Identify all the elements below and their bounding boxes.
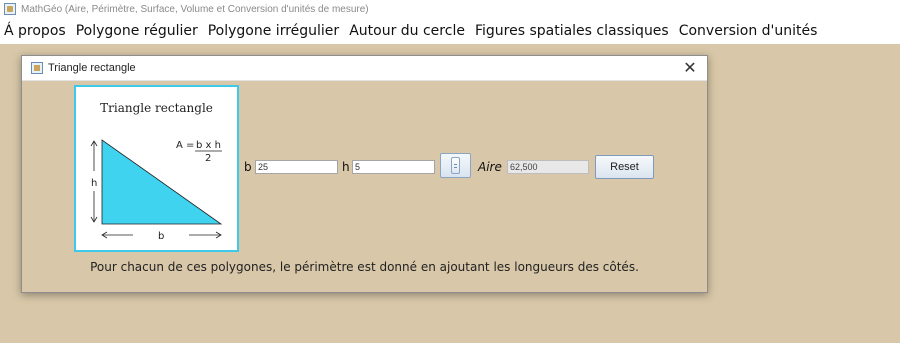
triangle-figure-panel: Triangle rectangle A = b x h 2 h b bbox=[74, 85, 239, 252]
formula-numerator: b x h bbox=[196, 140, 221, 151]
calculate-button[interactable] bbox=[440, 153, 471, 178]
java-app-icon bbox=[31, 62, 43, 74]
triangle-diagram: A = b x h 2 h b bbox=[90, 139, 223, 242]
close-button[interactable]: ✕ bbox=[681, 59, 699, 77]
menu-conversion-unites[interactable]: Conversion d'unités bbox=[674, 23, 823, 39]
right-triangle-shape bbox=[101, 139, 223, 225]
equals-icon bbox=[451, 157, 460, 174]
dialog-title: Triangle rectangle bbox=[48, 62, 136, 74]
formula-denominator: 2 bbox=[205, 153, 211, 164]
b-input[interactable]: 25 bbox=[255, 160, 338, 174]
base-label: b bbox=[158, 231, 164, 242]
height-label: h bbox=[91, 178, 97, 189]
menu-autour-du-cercle[interactable]: Autour du cercle bbox=[344, 23, 470, 39]
dialog-titlebar[interactable]: Triangle rectangle ✕ bbox=[22, 56, 707, 81]
aire-output: 62,500 bbox=[507, 160, 589, 174]
formula-lhs: A = bbox=[176, 140, 194, 151]
triangle-dialog: Triangle rectangle ✕ Triangle rectangle … bbox=[21, 55, 708, 293]
aire-label: Aire bbox=[478, 160, 502, 174]
perimeter-note: Pour chacun de ces polygones, le périmèt… bbox=[90, 260, 639, 274]
menu-polygone-irregulier[interactable]: Polygone irrégulier bbox=[203, 23, 344, 39]
menubar: Á propos Polygone régulier Polygone irré… bbox=[0, 18, 900, 44]
menu-polygone-regulier[interactable]: Polygone régulier bbox=[71, 23, 203, 39]
app-title: MathGéo (Aire, Périmètre, Surface, Volum… bbox=[21, 3, 369, 15]
reset-button[interactable]: Reset bbox=[595, 155, 654, 179]
menu-a-propos[interactable]: Á propos bbox=[0, 23, 71, 39]
java-app-icon bbox=[4, 3, 16, 15]
menu-figures-spatiales[interactable]: Figures spatiales classiques bbox=[470, 23, 674, 39]
app-titlebar: MathGéo (Aire, Périmètre, Surface, Volum… bbox=[0, 0, 900, 18]
h-label: h bbox=[342, 160, 350, 174]
h-input[interactable]: 5 bbox=[352, 160, 435, 174]
b-label: b bbox=[244, 160, 252, 174]
